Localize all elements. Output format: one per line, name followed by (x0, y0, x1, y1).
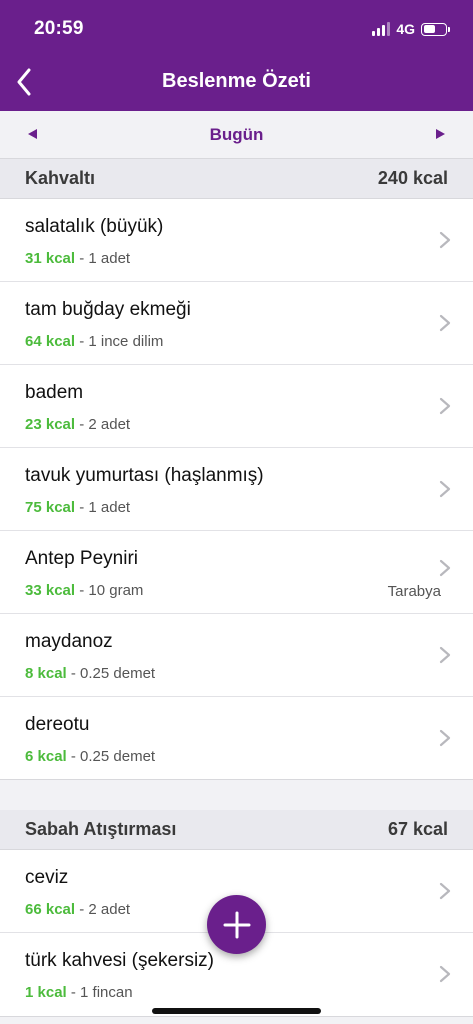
section-title: Kahvaltı (25, 168, 96, 188)
food-portion: - 1 adet (75, 250, 131, 267)
food-name: dereotu (25, 714, 90, 735)
food-detail: 75 kcal - 1 adet (25, 499, 130, 516)
food-name: maydanoz (25, 631, 113, 652)
signal-icon (372, 22, 391, 36)
chevron-right-icon (439, 729, 451, 747)
food-name: badem (25, 382, 84, 403)
breakfast-list: salatalık (büyük) 31 kcal - 1 adet tam b… (0, 199, 473, 780)
food-detail: 33 kcal - 10 gram (25, 582, 143, 599)
network-label: 4G (396, 21, 415, 37)
food-portion: - 1 ince dilim (75, 333, 164, 350)
status-bar: 20:59 4G (0, 0, 473, 58)
food-name: Antep Peyniri (25, 548, 139, 569)
food-portion: - 2 adet (75, 416, 131, 433)
plus-icon (223, 911, 250, 938)
food-kcal: 1 kcal (25, 984, 67, 1001)
food-portion: - 1 fincan (66, 984, 133, 1001)
food-kcal: 31 kcal (25, 250, 76, 267)
food-portion: - 10 gram (75, 582, 144, 599)
food-name: tavuk yumurtası (haşlanmış) (25, 465, 264, 486)
food-kcal: 64 kcal (25, 333, 76, 350)
food-kcal: 33 kcal (25, 582, 76, 599)
chevron-right-icon (439, 646, 451, 664)
status-time: 20:59 (34, 18, 84, 39)
chevron-right-icon (439, 231, 451, 249)
food-row[interactable]: dereotu 6 kcal - 0.25 demet (0, 697, 473, 780)
food-detail: 1 kcal - 1 fincan (25, 984, 133, 1001)
next-day-button[interactable] (429, 123, 451, 145)
food-kcal: 66 kcal (25, 901, 76, 918)
food-row[interactable]: Antep Peyniri 33 kcal - 10 gram Tarabya (0, 531, 473, 614)
food-row[interactable]: tam buğday ekmeği 64 kcal - 1 ince dilim (0, 282, 473, 365)
food-row[interactable]: badem 23 kcal - 2 adet (0, 365, 473, 448)
food-row[interactable]: tavuk yumurtası (haşlanmış) 75 kcal - 1 … (0, 448, 473, 531)
chevron-right-icon (439, 965, 451, 983)
food-kcal: 8 kcal (25, 665, 67, 682)
home-indicator[interactable] (152, 1008, 321, 1014)
section-title: Sabah Atıştırması (25, 819, 177, 839)
page-title: Beslenme Özeti (162, 70, 311, 92)
date-selector: Bugün (0, 111, 473, 159)
date-label: Bugün (209, 125, 264, 144)
section-kcal-total: 67 kcal (387, 819, 448, 839)
add-food-button[interactable] (207, 895, 266, 954)
chevron-right-icon (439, 397, 451, 415)
food-row[interactable]: maydanoz 8 kcal - 0.25 demet (0, 614, 473, 697)
food-name: türk kahvesi (şekersiz) (25, 950, 214, 971)
food-name: ceviz (25, 867, 69, 888)
food-kcal: 23 kcal (25, 416, 76, 433)
food-name: salatalık (büyük) (25, 216, 164, 237)
section-header-breakfast: Kahvaltı 240 kcal (0, 159, 473, 199)
food-detail: 64 kcal - 1 ince dilim (25, 333, 163, 350)
food-detail: 66 kcal - 2 adet (25, 901, 130, 918)
food-portion: - 0.25 demet (66, 748, 156, 765)
section-spacer (0, 780, 473, 810)
food-kcal: 6 kcal (25, 748, 67, 765)
food-detail: 23 kcal - 2 adet (25, 416, 130, 433)
food-kcal: 75 kcal (25, 499, 76, 516)
food-portion: - 2 adet (75, 901, 131, 918)
chevron-right-icon (439, 480, 451, 498)
section-kcal-total: 240 kcal (377, 168, 448, 188)
battery-icon (421, 22, 450, 36)
nav-bar: Beslenme Özeti (0, 58, 473, 111)
app-header: 20:59 4G Beslenme Özeti (0, 0, 473, 111)
chevron-right-icon (439, 559, 451, 577)
food-detail: 31 kcal - 1 adet (25, 250, 130, 267)
status-indicators: 4G (372, 20, 450, 38)
chevron-right-icon (439, 882, 451, 900)
food-portion: - 1 adet (75, 499, 131, 516)
triangle-right-icon (436, 129, 445, 139)
chevron-right-icon (439, 314, 451, 332)
food-source: Tarabya (387, 583, 441, 600)
section-header-morning-snack: Sabah Atıştırması 67 kcal (0, 810, 473, 850)
food-name: tam buğday ekmeği (25, 299, 191, 320)
food-detail: 6 kcal - 0.25 demet (25, 748, 155, 765)
food-portion: - 0.25 demet (66, 665, 156, 682)
food-detail: 8 kcal - 0.25 demet (25, 665, 155, 682)
food-row[interactable]: salatalık (büyük) 31 kcal - 1 adet (0, 199, 473, 282)
